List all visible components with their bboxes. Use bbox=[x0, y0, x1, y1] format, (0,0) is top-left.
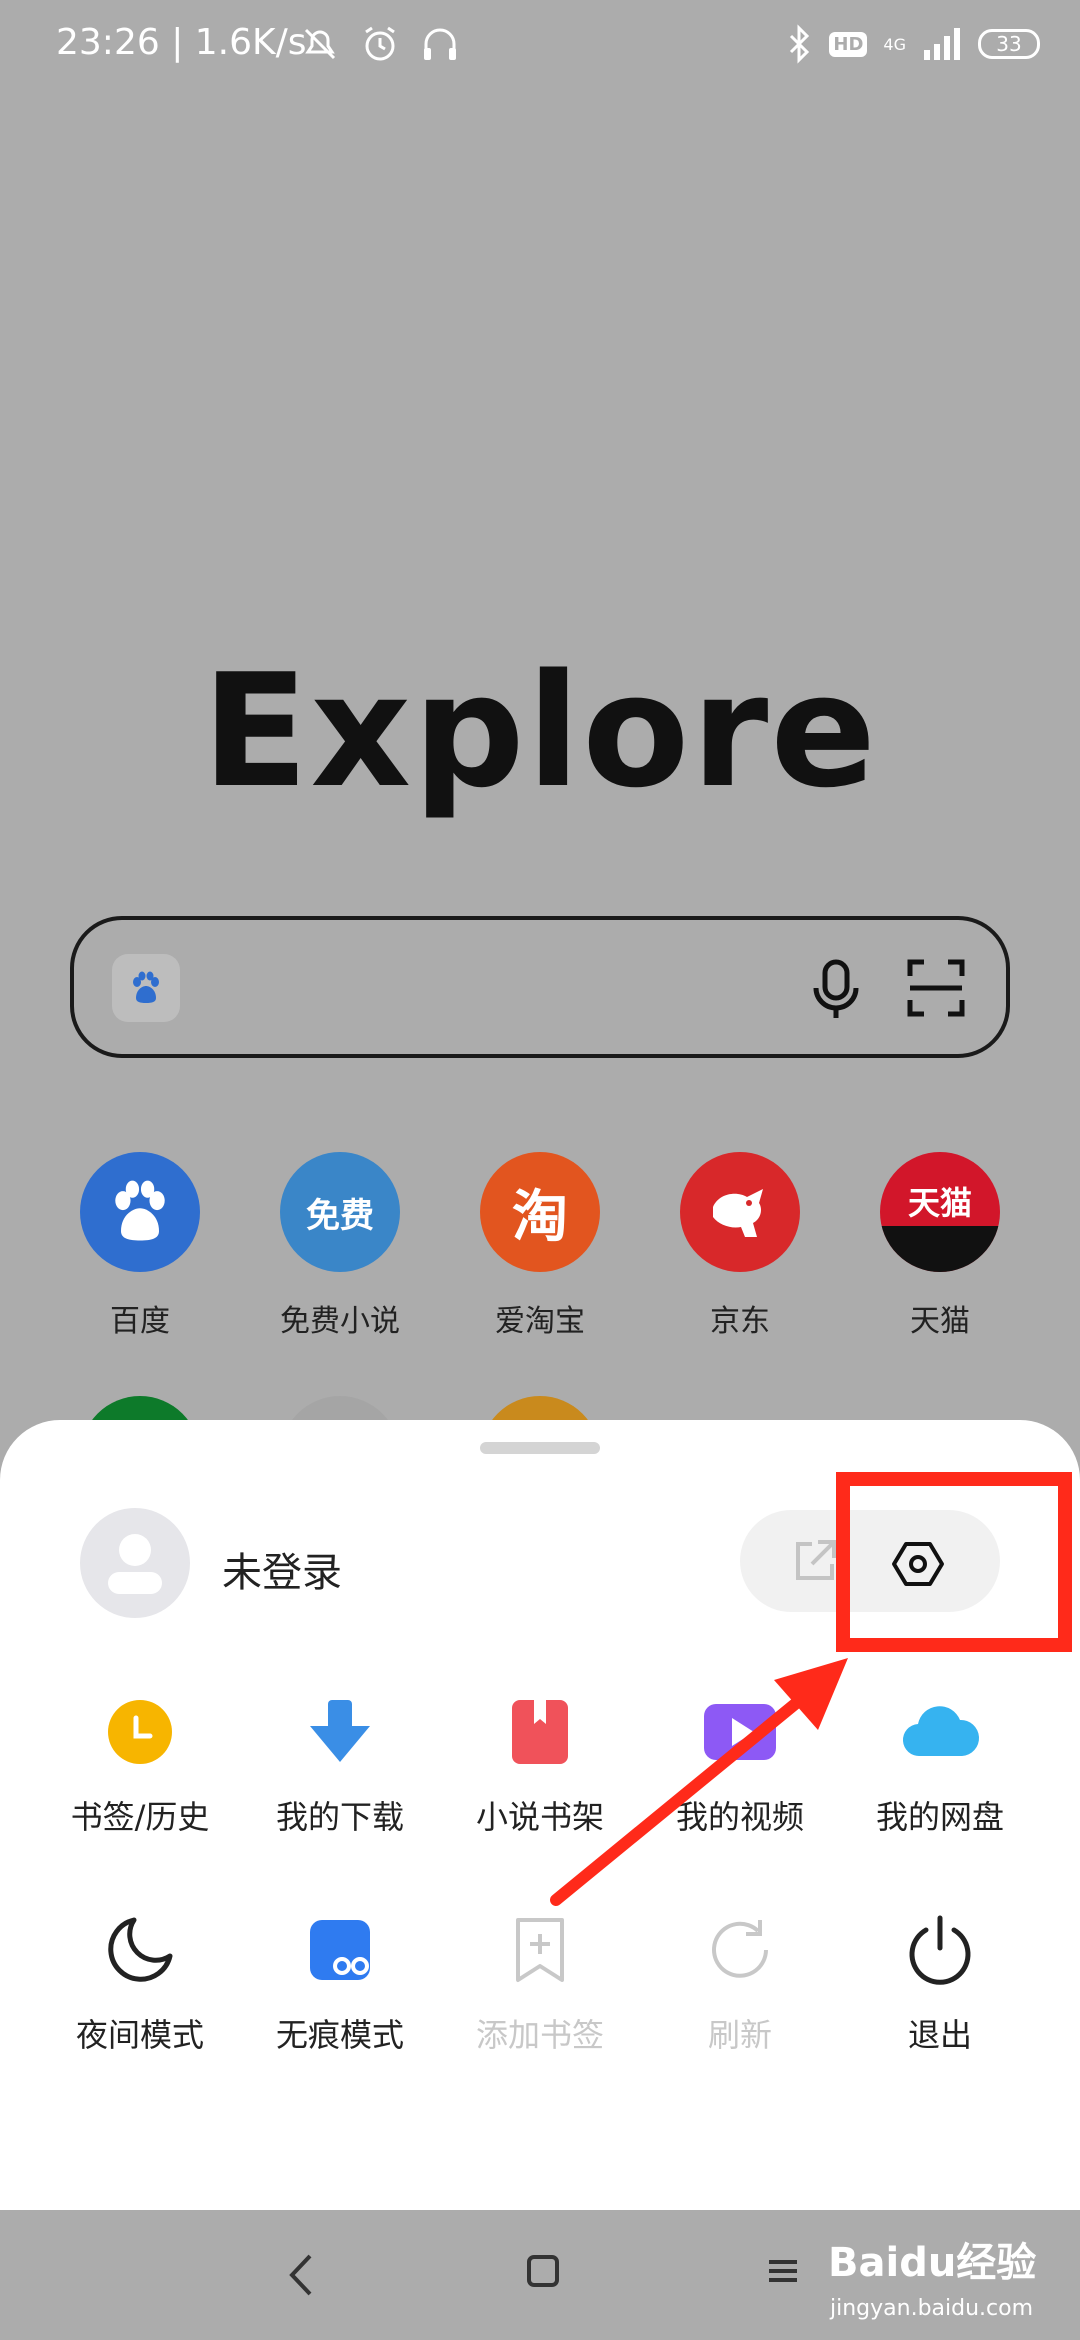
annotation-arrow bbox=[550, 1658, 848, 1906]
navigation-bar: Baidu经验 jingyan.baidu.com bbox=[0, 2210, 1080, 2340]
watermark: Baidu经验 bbox=[828, 2240, 1037, 2286]
menu-icon bbox=[769, 2260, 797, 2282]
back-button[interactable] bbox=[286, 2250, 316, 2304]
back-icon bbox=[289, 2254, 312, 2296]
watermark-url: jingyan.baidu.com bbox=[830, 2296, 1034, 2321]
home-button[interactable] bbox=[526, 2254, 560, 2292]
recents-button[interactable] bbox=[766, 2254, 800, 2292]
home-icon bbox=[527, 2255, 559, 2287]
